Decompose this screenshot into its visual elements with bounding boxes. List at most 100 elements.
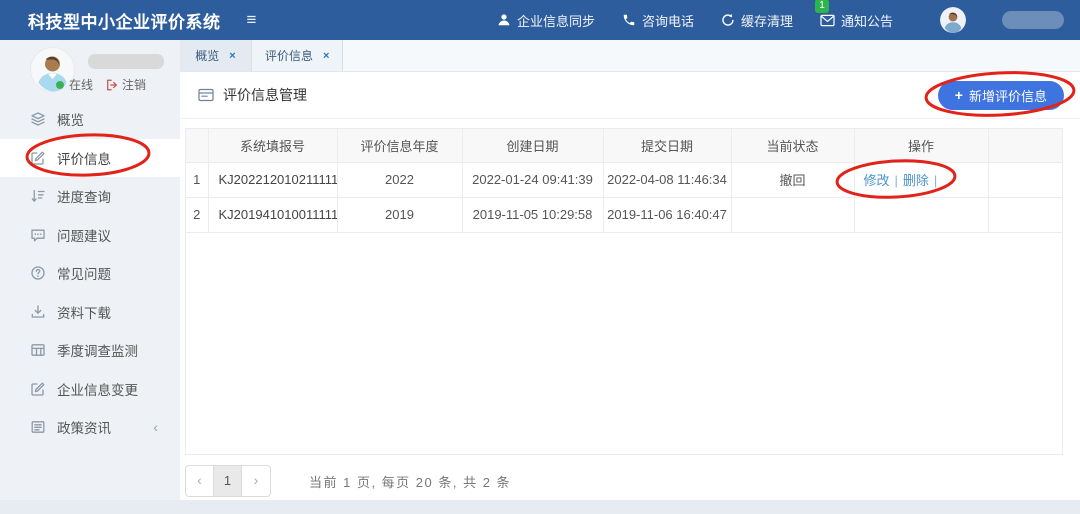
comment-icon [31, 229, 45, 242]
sidebar-item-progress-query[interactable]: 进度查询 [0, 177, 180, 216]
row-index: 1 [186, 162, 209, 198]
sidebar-item-label: 企业信息变更 [57, 382, 138, 398]
sidebar-item-label: 常见问题 [57, 267, 111, 283]
sidebar-item-label: 概览 [57, 113, 84, 129]
sidebar-item-label: 进度查询 [57, 190, 111, 206]
created-date-cell: 2019-11-05 10:29:58 [462, 197, 604, 233]
mail-icon [820, 14, 835, 26]
sidebar-menu: 概览 评价信息 进度查询 问题建议 常见问题 资料下载 季度调查监测 企业信息变… [0, 100, 180, 447]
app-title: 科技型中小企业评价系统 [28, 12, 221, 32]
app-window: 科技型中小企业评价系统 ≡ 企业信息同步 咨询电话 缓存清理 1 通知公告 在线… [0, 0, 1080, 514]
sidebar-item-downloads[interactable]: 资料下载 [0, 293, 180, 332]
prev-page-button[interactable]: ‹ [186, 466, 214, 496]
table-header-report-no: 系统填报号 [208, 129, 338, 163]
header-avatar[interactable] [940, 7, 966, 33]
footer-strip [0, 500, 1080, 514]
evaluation-table: 系统填报号 评价信息年度 创建日期 提交日期 当前状态 操作 1 KJ20221… [185, 128, 1063, 455]
table-header-status: 当前状态 [731, 129, 855, 163]
online-dot-icon [56, 80, 64, 89]
logout-icon [107, 79, 117, 90]
nav-label: 咨询电话 [641, 13, 694, 29]
edit-link[interactable]: 修改 [864, 173, 890, 188]
sidebar-item-policy-news[interactable]: 政策资讯 ‹ [0, 408, 180, 447]
next-page-button[interactable]: › [242, 466, 270, 496]
submitted-date-cell: 2019-11-06 16:40:47 [603, 197, 732, 233]
logout-label: 注销 [122, 78, 147, 92]
sidebar-item-quarterly-survey[interactable]: 季度调查监测 [0, 331, 180, 370]
sidebar-item-feedback[interactable]: 问题建议 [0, 216, 180, 255]
sidebar-item-evaluation-info[interactable]: 评价信息 [0, 138, 180, 177]
nav-label: 通知公告 [840, 13, 893, 29]
sidebar-item-label: 问题建议 [57, 228, 111, 244]
plus-icon: + [954, 87, 963, 103]
spacer-cell [988, 197, 1062, 233]
close-icon[interactable]: × [323, 50, 329, 62]
nav-item-enterprise-sync[interactable]: 企业信息同步 [497, 11, 595, 30]
pagination-info: 当前 1 页, 每页 20 条, 共 2 条 [309, 474, 512, 490]
user-icon [498, 14, 510, 26]
year-cell: 2019 [337, 197, 463, 233]
avatar-person-icon [940, 7, 966, 33]
close-icon[interactable]: × [229, 50, 235, 62]
status-cell [731, 197, 855, 233]
nav-item-hotline[interactable]: 咨询电话 [622, 11, 694, 30]
tab-overview[interactable]: 概览 × [180, 40, 252, 71]
sidebar-item-label: 资料下载 [57, 305, 111, 321]
separator: | [894, 173, 898, 188]
report-no-cell: KJ202212010211111... [208, 162, 338, 198]
user-name-redacted [1002, 11, 1064, 29]
chevron-left-icon: ‹ [153, 419, 158, 436]
question-icon [31, 266, 45, 280]
sidebar-item-label: 评价信息 [57, 151, 111, 167]
phone-icon [623, 14, 635, 26]
content-card: 评价信息管理 + 新增评价信息 系统填报号 评价信息年度 创建日期 提交日期 当… [180, 72, 1080, 500]
hamburger-menu-icon[interactable]: ≡ [247, 10, 257, 30]
table-header-created: 创建日期 [462, 129, 604, 163]
nav-label: 企业信息同步 [516, 13, 595, 29]
tab-label: 评价信息 [265, 49, 314, 63]
add-button-label: 新增评价信息 [968, 88, 1047, 104]
notice-count-badge: 1 [814, 0, 829, 13]
sidebar-item-enterprise-info-change[interactable]: 企业信息变更 [0, 370, 180, 409]
actions-cell: 修改 | 删除 | [854, 162, 989, 198]
logout-button[interactable]: 注销 [106, 76, 146, 93]
sidebar-item-label: 政策资讯 [57, 421, 111, 437]
created-date-cell: 2022-01-24 09:41:39 [462, 162, 604, 198]
year-cell: 2022 [337, 162, 463, 198]
panel-icon [198, 88, 214, 102]
current-page-button[interactable]: 1 [214, 466, 242, 496]
page-title-text: 评价信息管理 [223, 87, 307, 103]
sidebar-item-faq[interactable]: 常见问题 [0, 254, 180, 293]
sidebar: 在线 注销 概览 评价信息 进度查询 问题建议 常见问题 资料下载 季度调查监测… [0, 40, 180, 500]
download-icon [31, 305, 45, 318]
user-status-row: 在线 注销 [56, 76, 146, 93]
nav-item-notices[interactable]: 1 通知公告 [814, 0, 893, 30]
layers-icon [31, 112, 45, 126]
sidebar-user-panel: 在线 注销 [0, 40, 180, 98]
sidebar-item-label: 季度调查监测 [57, 344, 138, 360]
grid-icon [31, 344, 45, 357]
status-cell: 撤回 [731, 162, 855, 198]
delete-link[interactable]: 删除 [903, 173, 929, 188]
submitted-date-cell: 2022-04-08 11:46:34 [603, 162, 732, 198]
nav-item-cache-clean[interactable]: 缓存清理 [721, 11, 793, 30]
table-row: 2 KJ201941010011111... 2019 2019-11-05 1… [186, 197, 1062, 233]
page-title: 评价信息管理 [198, 85, 307, 105]
tab-evaluation-info[interactable]: 评价信息 × [252, 40, 344, 71]
table-row: 1 KJ202212010211111... 2022 2022-01-24 0… [186, 162, 1062, 198]
news-icon [31, 421, 45, 434]
online-label: 在线 [69, 78, 94, 92]
refresh-icon [722, 14, 734, 26]
page-title-row: 评价信息管理 + 新增评价信息 [180, 72, 1080, 119]
spacer-cell [988, 162, 1062, 198]
separator: | [933, 173, 938, 188]
edit-square-icon [31, 151, 45, 165]
sort-icon [31, 190, 45, 203]
sidebar-item-overview[interactable]: 概览 [0, 100, 180, 139]
row-index: 2 [186, 197, 209, 233]
table-header-spacer [988, 129, 1062, 163]
tab-label: 概览 [195, 49, 220, 63]
table-header-row: 系统填报号 评价信息年度 创建日期 提交日期 当前状态 操作 [186, 129, 1062, 163]
pagination: ‹ 1 › 当前 1 页, 每页 20 条, 共 2 条 [185, 465, 1063, 497]
add-evaluation-button[interactable]: + 新增评价信息 [937, 80, 1064, 110]
